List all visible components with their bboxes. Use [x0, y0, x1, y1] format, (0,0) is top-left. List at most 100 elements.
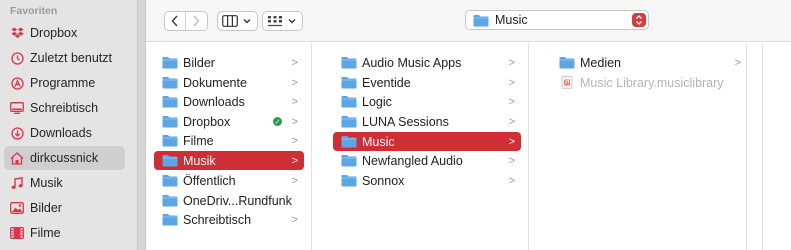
- sidebar-item-label: Zuletzt benutzt: [30, 51, 112, 65]
- folder-icon: [162, 135, 178, 147]
- folder-icon: [341, 116, 357, 128]
- list-item-label: Newfangled Audio: [362, 153, 463, 168]
- chevron-right-icon: >: [508, 76, 515, 89]
- list-item[interactable]: Filme >: [154, 131, 304, 150]
- chevron-right-icon: >: [291, 134, 298, 147]
- path-popup[interactable]: Music: [465, 10, 649, 30]
- folder-icon: [341, 155, 357, 167]
- sidebar-item-label: dirkcussnick: [30, 151, 99, 165]
- column-1: Bilder > Dokumente > Downloads > Dropbox…: [146, 43, 312, 250]
- desktop-icon: [10, 101, 24, 115]
- column-4-empty: [762, 43, 791, 250]
- sidebar-item-music[interactable]: Musik: [4, 171, 125, 195]
- path-popup-stepper: [632, 13, 646, 27]
- list-item[interactable]: Schreibtisch >: [154, 210, 304, 229]
- folder-icon: [341, 175, 357, 187]
- sidebar-splitter[interactable]: [137, 0, 146, 250]
- folder-icon: [559, 57, 575, 69]
- list-item-label: OneDriv...Rundfunk: [183, 193, 292, 208]
- list-item-label: Sonnox: [362, 173, 405, 188]
- dropbox-icon: [10, 26, 24, 40]
- folder-icon: [341, 136, 357, 148]
- list-item[interactable]: Newfangled Audio >: [333, 151, 521, 170]
- clock-icon: [10, 51, 24, 65]
- chevron-right-icon: >: [291, 154, 298, 167]
- chevron-right-icon: >: [508, 115, 515, 128]
- path-popup-label: Music: [495, 13, 528, 27]
- list-item-label: LUNA Sessions: [362, 114, 449, 129]
- folder-icon: [473, 14, 489, 26]
- folder-icon: [162, 57, 178, 69]
- list-item-label: Dropbox: [183, 114, 231, 129]
- folder-icon: [162, 116, 178, 128]
- list-item-label: Bilder: [183, 55, 215, 70]
- back-button[interactable]: [165, 12, 185, 30]
- list-item[interactable]: Audio Music Apps >: [333, 53, 521, 72]
- sidebar-item-applications[interactable]: Programme: [4, 71, 125, 95]
- list-item-label: Dokumente: [183, 75, 247, 90]
- chevron-right-icon: >: [508, 56, 515, 69]
- list-item[interactable]: OneDriv...Rundfunk: [154, 191, 304, 210]
- group-by-inner: [263, 12, 301, 30]
- list-item-label: Logic: [362, 94, 392, 109]
- up-down-chevron-icon: [636, 15, 642, 25]
- list-item[interactable]: Bilder >: [154, 53, 304, 72]
- folder-icon: [162, 214, 178, 226]
- view-mode-button[interactable]: [217, 11, 258, 31]
- list-item-file[interactable]: Music Library.musiclibrary: [551, 73, 747, 92]
- photo-icon: [10, 201, 24, 215]
- toolbar: Music: [146, 0, 791, 42]
- chevron-right-icon: >: [508, 135, 515, 148]
- apps-icon: [10, 76, 24, 90]
- sidebar: Favoriten Dropbox Zuletzt benutzt Progra…: [0, 0, 137, 250]
- list-item[interactable]: Öffentlich >: [154, 171, 304, 190]
- sidebar-item-movies[interactable]: Filme: [4, 221, 125, 245]
- sidebar-item-label: Programme: [30, 76, 96, 90]
- chevron-right-icon: >: [291, 213, 298, 226]
- music-library-file-icon: [561, 76, 573, 89]
- list-item[interactable]: Dropbox ✓ >: [154, 112, 304, 131]
- list-item-selected[interactable]: Music >: [333, 132, 521, 151]
- list-item[interactable]: LUNA Sessions >: [333, 112, 521, 131]
- chevron-right-icon: >: [291, 115, 298, 128]
- sidebar-item-label: Dropbox: [30, 26, 78, 40]
- sidebar-item-label: Bilder: [30, 201, 62, 215]
- folder-icon: [341, 57, 357, 69]
- chevron-down-icon: [243, 19, 251, 24]
- list-item[interactable]: Logic >: [333, 92, 521, 111]
- folder-icon: [162, 155, 178, 167]
- chevron-down-icon: [288, 19, 296, 24]
- list-item[interactable]: Eventide >: [333, 73, 521, 92]
- sidebar-item-downloads[interactable]: Downloads: [4, 121, 125, 145]
- list-item-label: Music: [362, 134, 395, 149]
- sidebar-item-pictures[interactable]: Bilder: [4, 196, 125, 220]
- sidebar-item-recent[interactable]: Zuletzt benutzt: [4, 46, 125, 70]
- chevron-right-icon: >: [508, 154, 515, 167]
- sidebar-item-label: Schreibtisch: [30, 101, 99, 115]
- sidebar-item-desktop[interactable]: Schreibtisch: [4, 96, 125, 120]
- chevron-right-icon: >: [508, 174, 515, 187]
- list-item-label: Schreibtisch: [183, 212, 252, 227]
- chevron-right-icon: >: [734, 56, 741, 69]
- list-item[interactable]: Medien >: [551, 53, 747, 72]
- list-item-label: Filme: [183, 133, 214, 148]
- sidebar-item-label: Filme: [30, 226, 61, 240]
- column-3: Medien > Music Library.musiclibrary: [543, 43, 747, 250]
- list-item[interactable]: Dokumente >: [154, 73, 304, 92]
- column-2: Audio Music Apps > Eventide > Logic > LU…: [325, 43, 529, 250]
- sidebar-item-home[interactable]: dirkcussnick: [4, 146, 125, 170]
- list-item[interactable]: Sonnox >: [333, 171, 521, 190]
- chevron-right-icon: [193, 15, 200, 27]
- list-item-label: Audio Music Apps: [362, 55, 462, 70]
- sidebar-item-dropbox[interactable]: Dropbox: [4, 21, 125, 45]
- list-item[interactable]: Downloads >: [154, 92, 304, 111]
- list-item-label: Medien: [580, 55, 621, 70]
- nav-buttons: [164, 11, 208, 31]
- list-item-selected[interactable]: Musik >: [154, 151, 304, 170]
- forward-button[interactable]: [186, 12, 206, 30]
- list-item-label: Musik: [183, 153, 216, 168]
- list-item-label: Öffentlich: [183, 173, 236, 188]
- sidebar-item-label: Musik: [30, 176, 63, 190]
- group-by-button[interactable]: [262, 11, 303, 31]
- folder-icon: [162, 175, 178, 187]
